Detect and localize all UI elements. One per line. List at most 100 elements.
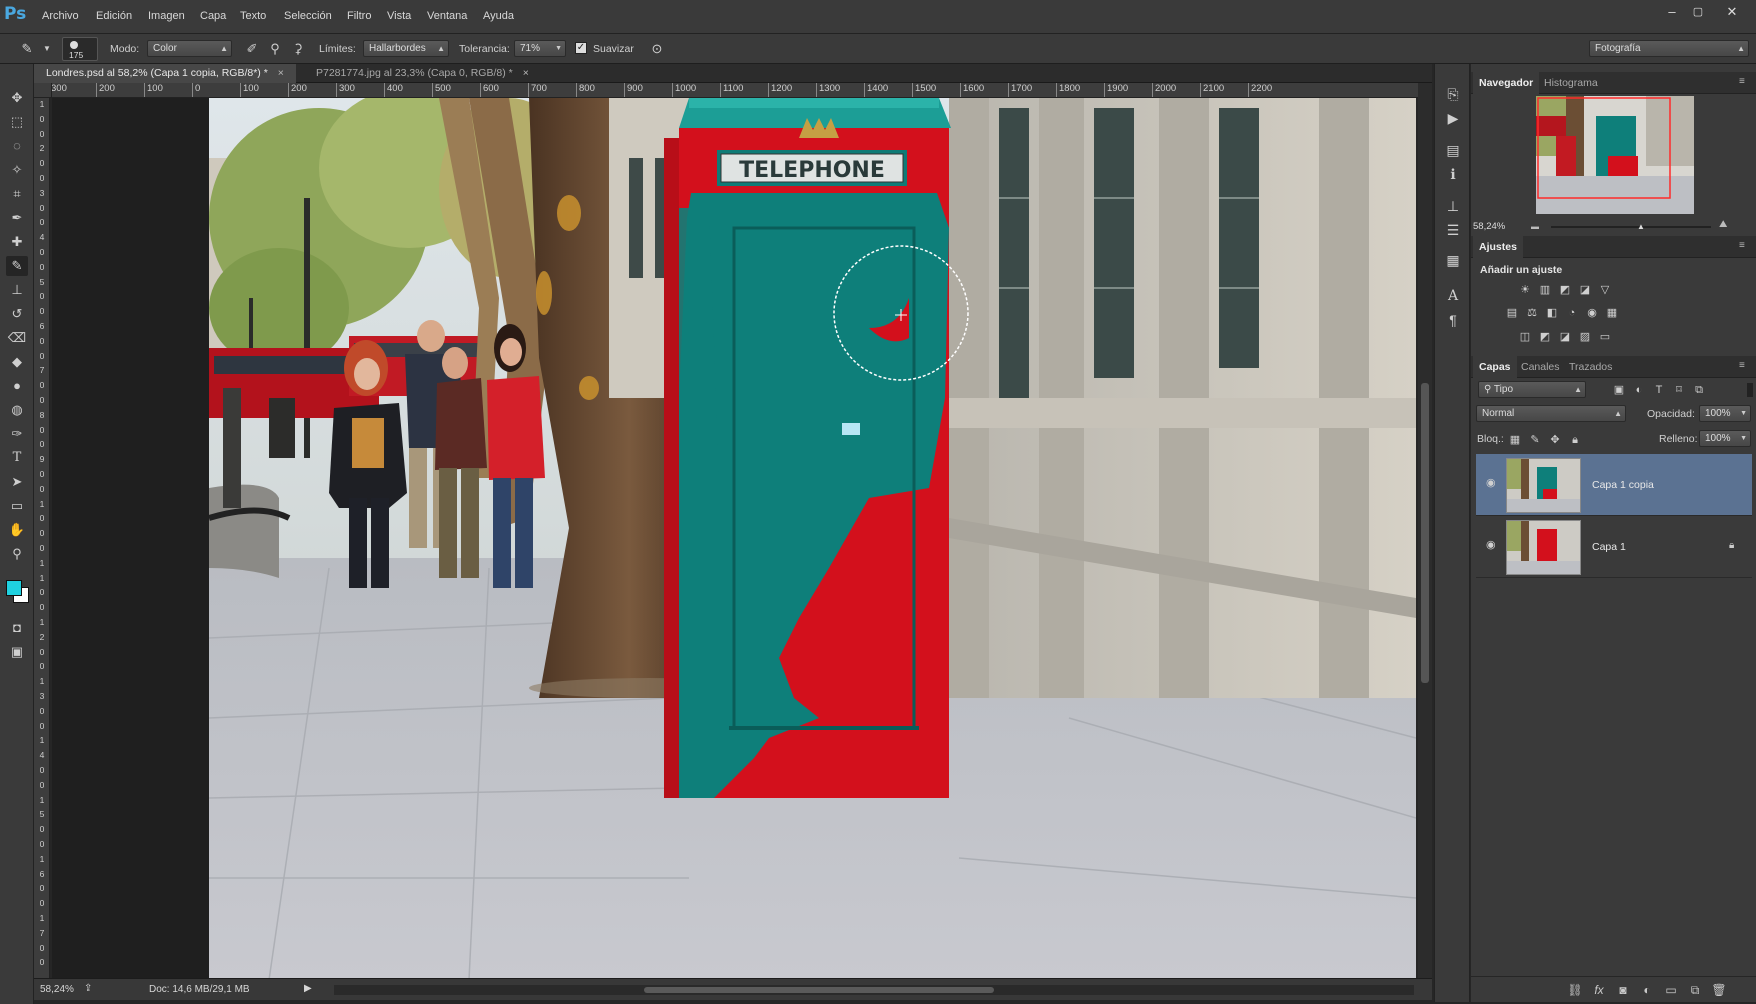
menu-vista[interactable]: Vista: [387, 10, 411, 22]
dodge-tool-icon[interactable]: ◍: [6, 400, 28, 420]
lasso-tool-icon[interactable]: ◌: [6, 136, 28, 156]
layer-row-capa-1[interactable]: ◉ Capa 1 🔒︎: [1476, 516, 1752, 578]
status-menu-arrow-icon[interactable]: ▶: [304, 983, 312, 994]
adjustment-row2-0-icon[interactable]: ▤: [1504, 306, 1520, 320]
close-icon[interactable]: ×: [523, 67, 529, 79]
tab-histograma[interactable]: Histograma: [1538, 72, 1604, 94]
visibility-eye-icon[interactable]: ◉: [1486, 476, 1500, 489]
zoom-in-icon[interactable]: ⛰: [1719, 219, 1727, 230]
zoom-slider-handle[interactable]: ▲: [1637, 222, 1645, 231]
path-selection-tool-icon[interactable]: ➤: [6, 472, 28, 492]
tab-ajustes[interactable]: Ajustes: [1473, 236, 1523, 258]
blend-mode-select[interactable]: Normal ▲: [1476, 405, 1626, 422]
sampling-background-icon[interactable]: ⚳: [289, 40, 307, 58]
adjustment-row1-0-icon[interactable]: ☀: [1517, 283, 1533, 297]
adjustment-row2-1-icon[interactable]: ⚖: [1524, 306, 1540, 320]
menu-ventana[interactable]: Ventana: [427, 10, 467, 22]
foreground-color-swatch[interactable]: [6, 580, 22, 596]
zoom-level[interactable]: 58,24%: [40, 984, 74, 995]
horizontal-scroll-thumb[interactable]: [644, 987, 994, 993]
new-group-icon[interactable]: ▭: [1662, 981, 1680, 999]
layer-name[interactable]: Capa 1: [1592, 541, 1626, 553]
lock-pixels-icon[interactable]: ✎: [1527, 433, 1543, 447]
visibility-eye-icon[interactable]: ◉: [1486, 538, 1500, 551]
adjustment-row1-1-icon[interactable]: ▥: [1537, 283, 1553, 297]
fill-input[interactable]: 100% ▼: [1699, 430, 1751, 447]
limits-select[interactable]: Hallarbordes ▲: [363, 40, 449, 57]
new-adjustment-icon[interactable]: ◐: [1638, 981, 1656, 999]
menu-texto[interactable]: Texto: [240, 10, 266, 22]
clone-source-icon[interactable]: ⊥: [1443, 196, 1463, 216]
tab-trazados[interactable]: Trazados: [1563, 356, 1618, 378]
adjustment-row3-3-icon[interactable]: ▨: [1577, 330, 1593, 344]
menu-filtro[interactable]: Filtro: [347, 10, 371, 22]
actions-play-icon[interactable]: ▶: [1443, 108, 1463, 128]
maximize-button[interactable]: ▢: [1687, 4, 1709, 20]
filter-type-icon[interactable]: T: [1651, 383, 1667, 397]
rectangle-tool-icon[interactable]: ▭: [6, 496, 28, 516]
menu-ayuda[interactable]: Ayuda: [483, 10, 514, 22]
sampling-once-icon[interactable]: ⚲: [266, 40, 284, 58]
move-tool-icon[interactable]: ✥: [6, 88, 28, 108]
tab-canales[interactable]: Canales: [1515, 356, 1566, 378]
zoom-slider[interactable]: ▲: [1551, 222, 1711, 231]
eyedropper-tool-icon[interactable]: ✒: [6, 208, 28, 228]
adjustment-row3-2-icon[interactable]: ◪: [1557, 330, 1573, 344]
type-tool-icon[interactable]: T: [6, 448, 28, 468]
eraser-tool-icon[interactable]: ⌫: [6, 328, 28, 348]
close-window-button[interactable]: ✕: [1721, 4, 1743, 20]
sampling-continuous-icon[interactable]: ✐: [243, 40, 261, 58]
mode-select[interactable]: Color ▲: [147, 40, 232, 57]
screen-mode-icon[interactable]: ▣: [6, 642, 28, 662]
opacity-input[interactable]: 100% ▼: [1699, 405, 1751, 422]
filter-pixel-icon[interactable]: ▣: [1611, 383, 1627, 397]
navigator-zoom[interactable]: 58,24%: [1473, 221, 1505, 232]
brush-preset-picker[interactable]: 175: [62, 37, 98, 61]
lock-position-icon[interactable]: ✥: [1547, 433, 1563, 447]
clone-stamp-tool-icon[interactable]: ⊥: [6, 280, 28, 300]
layer-style-fx-icon[interactable]: fx: [1590, 981, 1608, 999]
horizontal-scrollbar[interactable]: [334, 985, 1414, 995]
filter-smart-object-icon[interactable]: ⧉: [1691, 383, 1707, 397]
delete-layer-icon[interactable]: 🗑︎: [1710, 981, 1728, 999]
link-layers-icon[interactable]: ⛓: [1566, 981, 1584, 999]
healing-brush-tool-icon[interactable]: ✚: [6, 232, 28, 252]
smooth-checkbox[interactable]: ✓: [575, 42, 587, 54]
menu-imagen[interactable]: Imagen: [148, 10, 185, 22]
filter-adjustment-icon[interactable]: ◐: [1631, 383, 1647, 397]
panel-menu-icon[interactable]: ≡: [1739, 76, 1745, 87]
menu-seleccion[interactable]: Selección: [284, 10, 332, 22]
horizontal-ruler[interactable]: 300 200 100 0 100 200 300 400 500 600 700 800 900 100…: [52, 83, 1432, 98]
adjustment-row2-3-icon[interactable]: ◔: [1564, 306, 1580, 320]
color-replace-brush-icon[interactable]: ✎: [18, 40, 36, 58]
ruler-origin[interactable]: [34, 83, 52, 98]
adjustment-row3-1-icon[interactable]: ◩: [1537, 330, 1553, 344]
tool-presets-icon[interactable]: ▦: [1443, 250, 1463, 270]
info-icon[interactable]: ℹ: [1443, 164, 1463, 184]
zoom-out-icon[interactable]: ▬: [1531, 222, 1539, 231]
brush-presets-icon[interactable]: ▤: [1443, 140, 1463, 160]
paragraph-icon[interactable]: ¶: [1443, 310, 1463, 330]
chevron-down-icon[interactable]: ▼: [38, 40, 56, 58]
history-brush-tool-icon[interactable]: ↺: [6, 304, 28, 324]
new-layer-icon[interactable]: ⧉: [1686, 981, 1704, 999]
adjustment-row3-0-icon[interactable]: ◫: [1517, 330, 1533, 344]
panel-menu-icon[interactable]: ≡: [1739, 360, 1745, 371]
adjustment-row2-5-icon[interactable]: ▦: [1604, 306, 1620, 320]
tab-navegador[interactable]: Navegador: [1473, 72, 1540, 94]
vertical-ruler[interactable]: 1 0 0 2 0 0 3 0 0 4 0 0 5 0 0 6 0 0 7 0 0 8 0 0 9 0 0 1 0 0 0 1 1 0 0 1 2 0 0 1…: [34, 98, 50, 978]
doc-tab-p7281774[interactable]: P7281774.jpg al 23,3% (Capa 0, RGB/8) * ×: [304, 64, 544, 83]
tab-capas[interactable]: Capas: [1473, 356, 1517, 378]
properties-icon[interactable]: ☰: [1443, 220, 1463, 240]
layer-row-capa-1-copia[interactable]: ◉ Capa 1 copia: [1476, 454, 1752, 516]
lock-all-icon[interactable]: 🔒︎: [1567, 433, 1583, 447]
menu-capa[interactable]: Capa: [200, 10, 226, 22]
blur-tool-icon[interactable]: ●: [6, 376, 28, 396]
document-image[interactable]: TELEPHONE: [209, 98, 1416, 980]
color-replacement-tool-icon[interactable]: ✎: [6, 256, 28, 276]
adjustment-row3-4-icon[interactable]: ▭: [1597, 330, 1613, 344]
tolerance-input[interactable]: 71% ▼: [514, 40, 566, 57]
pressure-icon[interactable]: ⊙: [648, 40, 666, 58]
marquee-tool-icon[interactable]: ⬚: [6, 112, 28, 132]
filter-shape-icon[interactable]: ⌑: [1671, 383, 1687, 397]
